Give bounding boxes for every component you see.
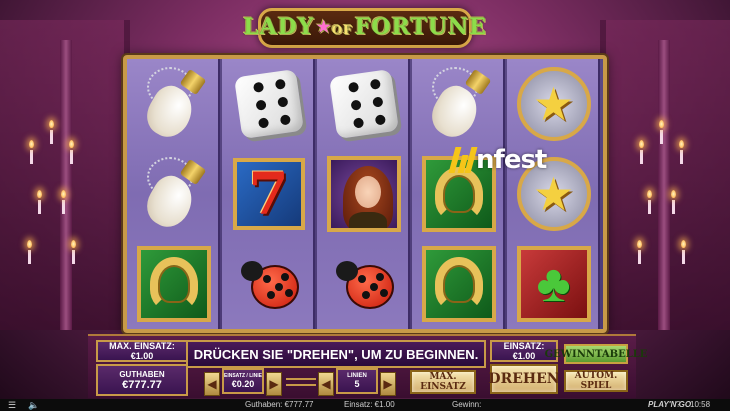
reel-3 xyxy=(317,59,410,329)
reel-5: ★ ★ ♣ xyxy=(507,59,600,329)
ladybug-symbol xyxy=(332,255,396,313)
reel-frame: 7 ★ ★ ♣ xyxy=(123,55,607,333)
horseshoe-symbol xyxy=(421,246,496,322)
reel-cell xyxy=(127,239,220,329)
chevron-left-icon: ◀ xyxy=(207,377,217,391)
reel-cell xyxy=(412,59,505,149)
chevron-right-icon: ▶ xyxy=(383,377,393,391)
reel-cell xyxy=(222,239,315,329)
reel-cell xyxy=(317,59,410,149)
reel-cell: 7 xyxy=(222,149,315,239)
status-balance: Guthaben: €777.77 xyxy=(245,400,314,409)
watermark-text: nfest xyxy=(476,145,547,175)
decorative-divider xyxy=(286,378,316,386)
status-win: Gewinn: xyxy=(452,400,482,409)
clock: 10:58 xyxy=(690,400,711,409)
watermark: nfest xyxy=(448,143,547,177)
rabbit-foot-symbol xyxy=(138,155,209,235)
reel-1 xyxy=(127,59,220,329)
shooting-star-symbol: ★ xyxy=(516,67,591,141)
max-bet-button[interactable]: MAX. EINSATZ xyxy=(410,370,476,394)
bet-per-line-value: €0.20 xyxy=(231,379,255,389)
logo-word-of: OF xyxy=(331,23,353,37)
rabbit-foot-symbol xyxy=(423,65,494,145)
bet-increase-button[interactable]: ▶ xyxy=(266,372,282,396)
menu-icon[interactable]: ☰ xyxy=(8,400,16,411)
reel-cell xyxy=(127,59,220,149)
balance-label: GUTHABEN xyxy=(119,369,165,379)
paytable-button[interactable]: GEWINNTABELLE xyxy=(545,344,647,364)
reel-2: 7 xyxy=(222,59,315,329)
chevron-left-icon: ◀ xyxy=(321,377,331,391)
ladybug-symbol xyxy=(237,255,301,313)
dice-symbol xyxy=(328,68,399,140)
reel-cell xyxy=(127,149,220,239)
chevron-right-icon: ▶ xyxy=(269,377,279,391)
status-bar: ☰ 🔈 Guthaben: €777.77 Einsatz: €1.00 Gew… xyxy=(0,399,730,411)
game-stage: LADY ★OFFORTUNE 7 ★ ★ ♣ nfest MAX. EINSATZ: … xyxy=(0,0,730,411)
spin-button[interactable]: DREHEN xyxy=(488,364,560,394)
autoplay-button[interactable]: AUTOM. SPIEL xyxy=(564,370,628,392)
horseshoe-symbol xyxy=(136,246,211,322)
seven-symbol: 7 xyxy=(232,158,305,230)
dice-symbol xyxy=(233,68,304,140)
candelabra-left xyxy=(20,120,100,300)
game-logo: LADY ★OFFORTUNE xyxy=(243,2,486,52)
help-icon[interactable]: ? xyxy=(676,400,680,409)
message-banner: DRÜCKEN SIE "DREHEN", UM ZU BEGINNEN. xyxy=(186,340,486,368)
reel-cell xyxy=(317,239,410,329)
bet-decrease-button[interactable]: ◀ xyxy=(204,372,220,396)
sound-icon[interactable]: 🔈 xyxy=(28,400,39,411)
provider-logo: PLAY'N GO xyxy=(648,400,692,409)
four-leaf-clover-symbol: ♣ xyxy=(516,246,591,322)
lines-decrease-button[interactable]: ◀ xyxy=(318,372,334,396)
star-icon: ★ xyxy=(316,17,332,36)
reel-4 xyxy=(412,59,505,329)
reel-cell xyxy=(317,149,410,239)
control-panel: MAX. EINSATZ: €1.00 DRÜCKEN SIE "DREHEN"… xyxy=(88,334,647,398)
reel-cell xyxy=(222,59,315,149)
max-bet-display: MAX. EINSATZ: €1.00 xyxy=(96,340,188,362)
balance-display: GUTHABEN €777.77 xyxy=(96,364,188,396)
reel-cell: ★ xyxy=(507,59,600,149)
logo-word-lady: LADY xyxy=(243,14,315,40)
lines-value: 5 xyxy=(354,379,360,389)
lines-display: LINIEN 5 xyxy=(336,368,378,394)
watermark-logo-icon xyxy=(448,147,478,173)
logo-word-fortune: FORTUNE xyxy=(354,14,487,40)
bet-per-line-display: EINSATZ / LINIE €0.20 xyxy=(222,368,264,394)
status-bet: Einsatz: €1.00 xyxy=(344,400,395,409)
candelabra-right xyxy=(630,120,710,300)
rabbit-foot-symbol xyxy=(138,65,209,145)
lady-symbol xyxy=(326,156,401,232)
balance-value: €777.77 xyxy=(122,378,162,391)
lines-increase-button[interactable]: ▶ xyxy=(380,372,396,396)
reel-cell: ♣ xyxy=(507,239,600,329)
reel-cell xyxy=(412,239,505,329)
